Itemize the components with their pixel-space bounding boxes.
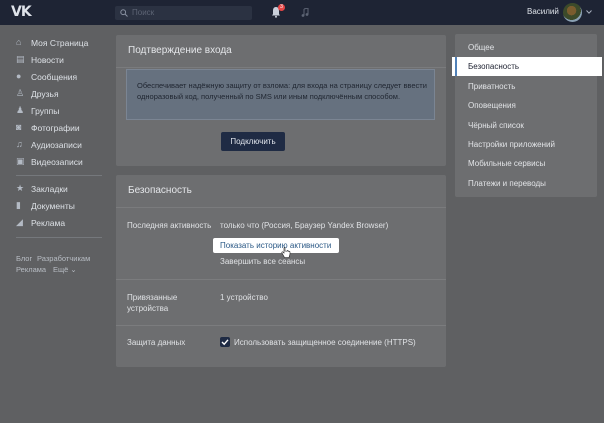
audio-icon: ♫	[16, 139, 23, 149]
nav-label: Документы	[31, 201, 75, 211]
menu-label: Оповещения	[468, 101, 516, 110]
groups-icon: ♟	[16, 105, 25, 115]
row-divider	[116, 279, 446, 280]
messages-icon: ●	[16, 71, 22, 81]
menu-label: Общее	[468, 43, 495, 52]
search-placeholder: Поиск	[132, 8, 155, 17]
search-icon	[120, 9, 128, 17]
nav-item-friends[interactable]: ♙ Друзья	[16, 88, 116, 102]
settings-menu-item-notifications[interactable]: Оповещения	[455, 96, 597, 115]
menu-label: Платежи и переводы	[468, 179, 546, 188]
footer-link-ads[interactable]: Реклама	[16, 265, 46, 275]
top-bar: VK Поиск 3 Василий	[0, 0, 604, 25]
music-note-icon[interactable]	[301, 8, 309, 17]
nav-divider	[16, 237, 102, 238]
search-input[interactable]: Поиск	[115, 6, 252, 20]
nav-divider	[16, 175, 102, 176]
video-icon: ▣	[16, 156, 25, 166]
avatar[interactable]	[563, 3, 582, 22]
nav-label: Новости	[31, 55, 64, 65]
nav-item-my-page[interactable]: ⌂ Моя Страница	[16, 37, 116, 51]
card-header: Подтверждение входа	[116, 35, 446, 68]
menu-label: Настройки приложений	[468, 140, 555, 149]
friends-icon: ♙	[16, 88, 25, 98]
nav-label: Видеозаписи	[31, 157, 83, 167]
nav-item-documents[interactable]: ▮ Документы	[16, 200, 116, 214]
settings-menu: Общее Безопасность Приватность Оповещени…	[452, 34, 602, 197]
menu-label: Приватность	[468, 82, 516, 91]
home-icon: ⌂	[16, 37, 22, 47]
nav-item-photos[interactable]: ◙ Фотографии	[16, 122, 116, 136]
linked-devices-label: Привязанные устройства	[127, 293, 178, 313]
settings-menu-item-general[interactable]: Общее	[455, 38, 597, 57]
nav-label: Закладки	[31, 184, 68, 194]
link-text: Показать историю активности	[220, 241, 332, 250]
last-activity-value: только что (Россия, Браузер Yandex Brows…	[220, 221, 389, 230]
card-title: Подтверждение входа	[128, 45, 232, 56]
checkmark-icon	[221, 339, 229, 346]
card-title: Безопасность	[128, 185, 192, 196]
nav-item-messages[interactable]: ● Сообщения	[16, 71, 116, 85]
last-activity-label: Последняя активность	[127, 221, 212, 230]
nav-item-bookmarks[interactable]: ★ Закладки	[16, 183, 116, 197]
footer-link-blog[interactable]: Блог	[16, 254, 32, 264]
documents-icon: ▮	[16, 200, 21, 210]
active-indicator	[455, 57, 457, 76]
photos-icon: ◙	[16, 122, 22, 132]
news-icon: ▤	[16, 54, 25, 64]
info-box: Обеспечивает надёжную защиту от взлома: …	[126, 69, 435, 120]
nav-item-groups[interactable]: ♟ Группы	[16, 105, 116, 119]
nav-label: Аудиозаписи	[31, 140, 82, 150]
card-header: Безопасность	[116, 175, 446, 208]
nav-label: Реклама	[31, 218, 66, 228]
menu-label: Мобильные сервисы	[468, 159, 546, 168]
menu-label: Чёрный список	[468, 121, 524, 130]
nav-label: Группы	[31, 106, 60, 116]
nav-item-ads[interactable]: ◢ Реклама	[16, 217, 116, 231]
settings-menu-item-privacy[interactable]: Приватность	[455, 77, 597, 96]
settings-menu-item-blacklist[interactable]: Чёрный список	[455, 116, 597, 135]
notification-badge: 3	[278, 4, 285, 11]
data-protection-label: Защита данных	[127, 338, 186, 347]
linked-devices-value: 1 устройство	[220, 293, 268, 302]
nav-label: Моя Страница	[31, 38, 89, 48]
nav-label: Сообщения	[31, 72, 78, 82]
vk-logo[interactable]: VK	[11, 5, 35, 20]
show-activity-history-link[interactable]: Показать историю активности	[213, 238, 339, 253]
footer-link-more[interactable]: Ещё ⌄	[53, 265, 77, 275]
chevron-down-icon[interactable]	[586, 10, 592, 14]
nav-item-news[interactable]: ▤ Новости	[16, 54, 116, 68]
nav-label: Друзья	[31, 89, 59, 99]
https-checkbox[interactable]	[220, 337, 230, 347]
settings-menu-item-app-settings[interactable]: Настройки приложений	[455, 135, 597, 154]
username[interactable]: Василий	[527, 7, 559, 16]
row-divider	[116, 325, 446, 326]
end-all-sessions-link[interactable]: Завершить все сеансы	[220, 256, 305, 267]
info-text: Обеспечивает надёжную защиту от взлома: …	[137, 81, 427, 101]
https-label[interactable]: Использовать защищенное соединение (HTTP…	[234, 337, 416, 348]
connect-button[interactable]: Подключить	[221, 132, 285, 151]
ads-icon: ◢	[16, 217, 23, 227]
nav-item-audio[interactable]: ♫ Аудиозаписи	[16, 139, 116, 153]
settings-menu-item-mobile-services[interactable]: Мобильные сервисы	[455, 154, 597, 173]
nav-label: Фотографии	[31, 123, 80, 133]
menu-label: Безопасность	[468, 62, 520, 71]
footer-link-developers[interactable]: Разработчикам	[37, 254, 90, 264]
settings-menu-item-security[interactable]: Безопасность	[452, 57, 602, 76]
bookmarks-icon: ★	[16, 183, 25, 193]
settings-menu-item-payments[interactable]: Платежи и переводы	[455, 174, 597, 193]
nav-item-video[interactable]: ▣ Видеозаписи	[16, 156, 116, 170]
